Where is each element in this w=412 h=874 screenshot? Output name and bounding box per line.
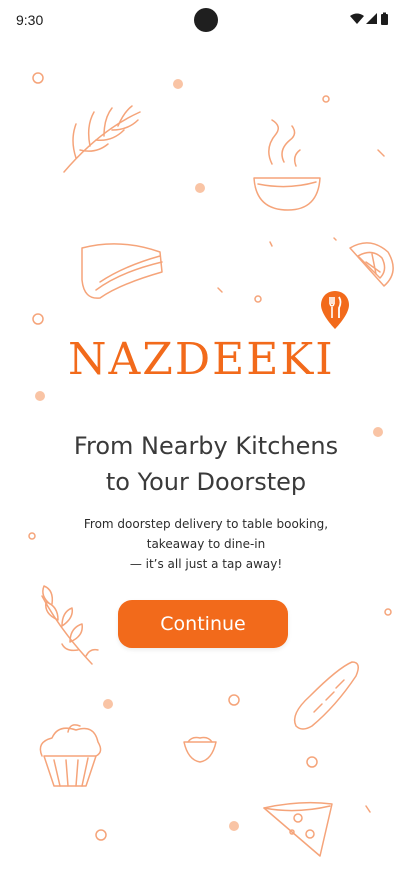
brand-logo: NAZDEEKI <box>68 290 349 390</box>
headline-line: to Your Doorstep <box>105 468 307 496</box>
ring-doodle <box>306 756 318 768</box>
dot-doodle <box>103 699 113 709</box>
dot-doodle <box>35 391 45 401</box>
herb-sprig-icon <box>63 105 141 173</box>
ring-doodle <box>384 608 392 616</box>
ring-doodle <box>32 72 44 84</box>
pizza-slice-icon <box>263 801 333 857</box>
ring-doodle <box>228 694 240 706</box>
lemon-slice-icon <box>349 242 394 287</box>
cupcake-icon <box>39 724 102 787</box>
tagline-line: From doorstep delivery to table booking, <box>83 517 329 531</box>
tagline: From doorstep delivery to table booking,… <box>40 514 372 574</box>
location-pin-icon <box>321 291 349 329</box>
small-bowl-icon <box>183 736 217 763</box>
ring-doodle <box>28 532 36 540</box>
brand-name: NAZDEEKI <box>68 334 335 385</box>
ring-doodle <box>322 95 330 103</box>
bread-loaf-icon <box>293 661 359 730</box>
dot-doodle <box>229 821 239 831</box>
leaf-branch-icon <box>41 585 99 665</box>
ring-doodle <box>32 313 44 325</box>
continue-button[interactable]: Continue <box>118 600 288 648</box>
tagline-line: takeaway to dine-in <box>146 537 266 551</box>
tagline-line: — it’s all just a tap away! <box>129 557 283 571</box>
headline: From Nearby Kitchens to Your Doorstep <box>0 428 412 500</box>
dot-doodle <box>195 183 205 193</box>
ring-doodle <box>95 829 107 841</box>
headline-line: From Nearby Kitchens <box>73 432 339 460</box>
dot-doodle <box>173 79 183 89</box>
soup-bowl-icon <box>253 119 321 211</box>
